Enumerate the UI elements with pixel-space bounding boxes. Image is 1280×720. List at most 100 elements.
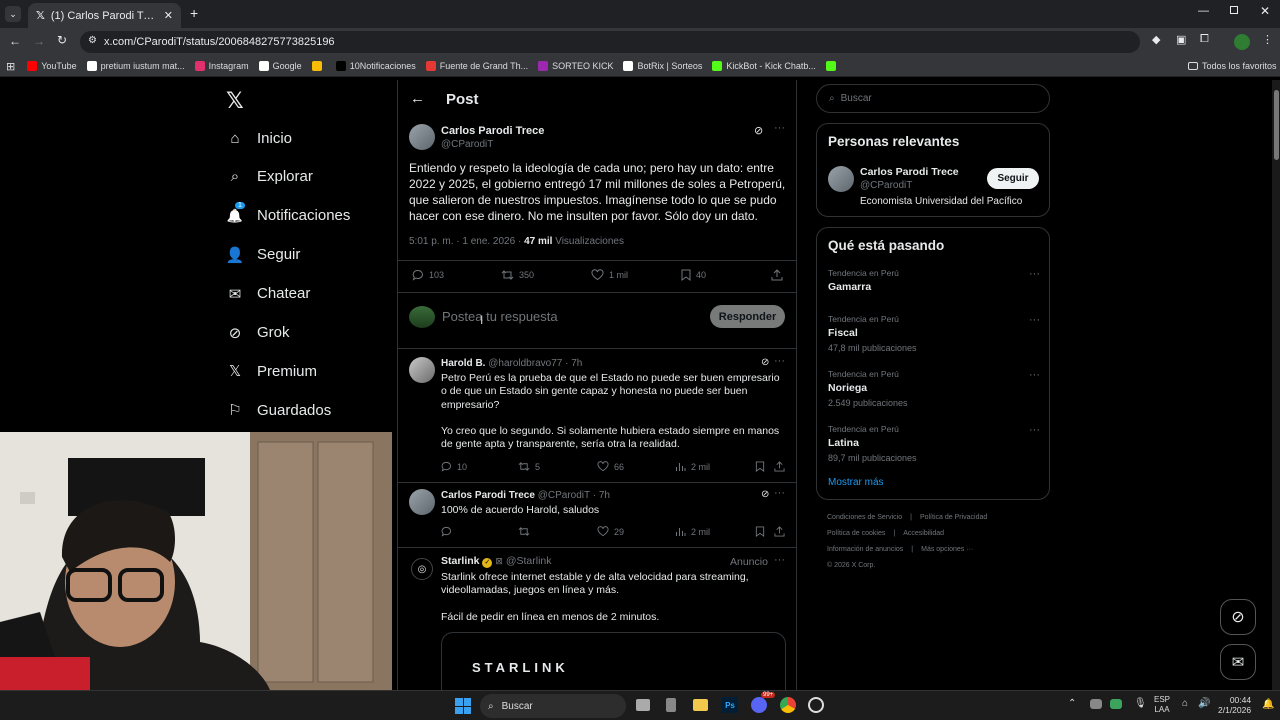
reply-input[interactable]: Postea tu respuesta	[442, 309, 558, 324]
views-button[interactable]: 2 mil	[675, 526, 710, 537]
share-icon[interactable]	[774, 526, 790, 537]
footer-link[interactable]: © 2026 X Corp.	[827, 562, 875, 569]
file-explorer-icon[interactable]	[693, 699, 708, 711]
clock[interactable]: 00:44 2/1/2026	[1218, 695, 1251, 715]
close-window-button[interactable]: ✕	[1260, 4, 1270, 18]
post-time[interactable]: 5:01 p. m. · 1 ene. 2026 ·	[409, 236, 521, 247]
bookmark-icon[interactable]	[755, 526, 770, 537]
new-tab-button[interactable]: +	[190, 5, 198, 21]
nav-item-inicio[interactable]: ⌂ Inicio	[226, 126, 292, 150]
reply-author[interactable]: Harold B.	[441, 358, 485, 369]
tray-chevron-icon[interactable]: ⌃	[1068, 698, 1076, 709]
footer-link[interactable]: Información de anuncios	[827, 546, 903, 553]
extension-icon[interactable]: ◆	[1152, 33, 1160, 46]
like-button[interactable]: 66	[597, 461, 624, 472]
nav-item-premium[interactable]: 𝕏 Premium	[226, 359, 317, 383]
avatar[interactable]	[409, 489, 435, 515]
share-icon[interactable]	[774, 461, 790, 472]
back-arrow-icon[interactable]: ←	[410, 90, 425, 107]
browser-tab[interactable]: 𝕏 (1) Carlos Parodi Trece en X: "En ✕	[28, 3, 181, 28]
grok-icon[interactable]: ⊘	[754, 124, 763, 137]
bookmark-item[interactable]: Instagram	[194, 61, 249, 71]
scrollbar[interactable]	[1272, 80, 1280, 690]
trend-item[interactable]: Tendencia en Perú Fiscal 47,8 mil publicac…	[828, 314, 1040, 353]
back-icon[interactable]: ←	[9, 34, 21, 48]
bookmark-icon[interactable]	[755, 461, 770, 472]
discord-icon[interactable]	[751, 697, 767, 713]
avatar[interactable]	[409, 357, 435, 383]
show-more-link[interactable]: Mostrar más	[828, 477, 884, 488]
reply-submit-button[interactable]: Responder	[710, 305, 785, 328]
mic-icon[interactable]: 🎙	[1134, 698, 1147, 709]
trend-item[interactable]: Tendencia en Perú Gamarra ···	[828, 268, 1040, 297]
bookmark-item[interactable]: 10Notificaciones	[335, 61, 416, 71]
bookmark-item[interactable]: SORTEO KICK	[538, 61, 613, 71]
starlink-avatar[interactable]: ◎	[411, 558, 433, 580]
footer-link[interactable]: Política de cookies	[827, 530, 885, 537]
footer-link[interactable]: Política de Privacidad	[920, 514, 987, 521]
trend-item[interactable]: Tendencia en Perú Noriega 2.549 publicacio…	[828, 369, 1040, 408]
extension-icon-2[interactable]: ▣	[1176, 33, 1186, 46]
network-icon[interactable]: ⌂	[1182, 698, 1188, 709]
profile-avatar[interactable]	[1234, 34, 1250, 50]
taskbar-search[interactable]: ⌕ Buscar	[480, 694, 626, 718]
repost-button[interactable]: 350	[501, 269, 534, 281]
apps-icon[interactable]: ⊞	[6, 60, 15, 73]
language-indicator[interactable]: ESP LAA	[1154, 695, 1170, 715]
more-icon[interactable]: ···	[774, 355, 785, 367]
tray-icon[interactable]	[1090, 699, 1102, 709]
bookmark-button[interactable]: 40	[681, 269, 706, 281]
views-button[interactable]: 2 mil	[675, 461, 710, 472]
bookmark-item[interactable]	[825, 61, 840, 71]
more-icon[interactable]: ···	[1029, 424, 1040, 436]
puzzle-icon[interactable]: ⧠	[1200, 33, 1209, 46]
bookmark-item[interactable]: pretium iustum mat...	[86, 61, 185, 71]
app-icon-2[interactable]	[808, 697, 824, 713]
like-button[interactable]: 1 mil	[591, 269, 628, 281]
all-bookmarks[interactable]: Todos los favoritos	[1188, 61, 1277, 71]
nav-item-seguir[interactable]: 👤 Seguir	[226, 243, 301, 267]
nav-item-notificaciones[interactable]: 🔔 1 Notificaciones	[226, 201, 350, 228]
person-name[interactable]: Carlos Parodi Trece	[860, 166, 959, 178]
reply-handle[interactable]: @haroldbravo77 · 7h	[488, 358, 582, 369]
reply-button[interactable]: 103	[412, 269, 444, 281]
avatar[interactable]	[409, 124, 435, 150]
address-bar[interactable]: ⚙ x.com/CParodiT/status/2006848275773825…	[80, 31, 1140, 53]
more-icon[interactable]: ···	[1029, 369, 1040, 381]
more-icon[interactable]: ···	[774, 554, 785, 566]
avatar[interactable]	[828, 166, 854, 192]
post-author[interactable]: Carlos Parodi Trece	[441, 125, 544, 137]
x-logo-icon[interactable]: 𝕏	[226, 88, 244, 114]
maximize-button[interactable]	[1230, 6, 1238, 14]
reply-button[interactable]	[441, 526, 457, 537]
bookmark-item[interactable]	[311, 61, 326, 71]
nav-item-chatear[interactable]: ✉ Chatear	[226, 282, 311, 306]
reload-icon[interactable]: ↻	[57, 33, 67, 47]
notifications-icon[interactable]: 🔔	[1262, 699, 1274, 710]
like-button[interactable]: 29	[597, 526, 624, 537]
site-info-icon[interactable]: ⚙	[88, 35, 97, 46]
post-handle[interactable]: @CParodiT	[441, 139, 493, 150]
grok-icon[interactable]: ⊘	[761, 357, 769, 368]
footer-link[interactable]: Accesibilidad	[903, 530, 944, 537]
more-icon[interactable]: ···	[774, 122, 785, 134]
reply-handle[interactable]: @CParodiT · 7h	[538, 490, 610, 501]
more-icon[interactable]: ···	[1029, 314, 1040, 326]
trend-item[interactable]: Tendencia en Perú Latina 89,7 mil publicac…	[828, 424, 1040, 463]
share-icon[interactable]	[771, 269, 788, 281]
search-input[interactable]: ⌕ Buscar	[816, 84, 1050, 113]
forward-icon[interactable]: →	[33, 34, 45, 48]
person-handle[interactable]: @CParodiT	[860, 180, 912, 191]
tab-close-icon[interactable]: ✕	[164, 9, 173, 22]
task-view-icon[interactable]	[636, 699, 650, 711]
bookmark-item[interactable]: YouTube	[27, 61, 77, 71]
messages-float-icon[interactable]: ✉	[1220, 644, 1256, 680]
bookmark-item[interactable]: Fuente de Grand Th...	[425, 61, 528, 71]
more-icon[interactable]: ···	[1029, 268, 1040, 280]
photoshop-icon[interactable]: Ps	[722, 697, 738, 713]
reply-author[interactable]: Carlos Parodi Trece	[441, 490, 535, 501]
more-icon[interactable]: ···	[774, 487, 785, 499]
grok-float-icon[interactable]: ⊘	[1220, 599, 1256, 635]
footer-link[interactable]: Condiciones de Servicio	[827, 514, 902, 521]
follow-button[interactable]: Seguir	[987, 168, 1039, 189]
